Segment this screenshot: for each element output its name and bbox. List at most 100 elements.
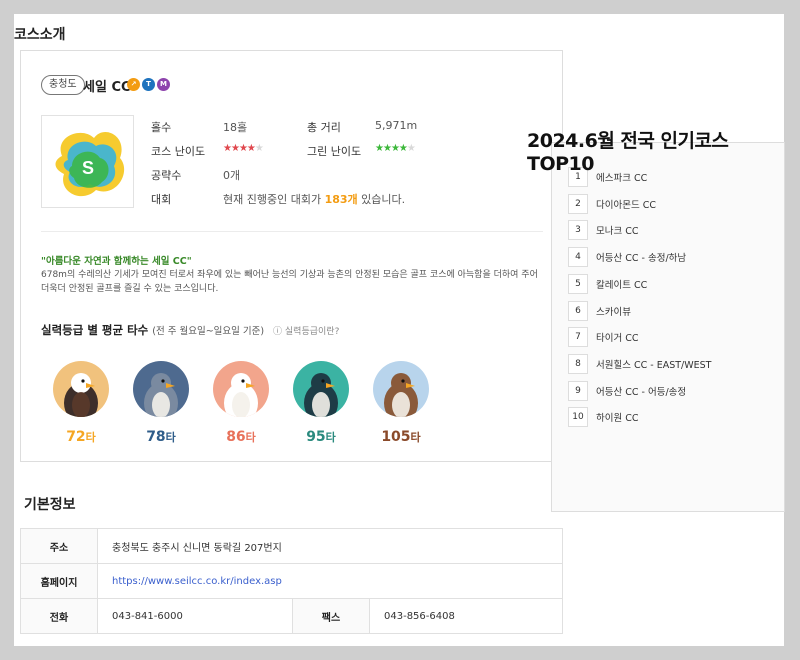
holes-value: 18홀 xyxy=(223,121,248,134)
rank-course-name[interactable]: 서원힐스 CC - EAST/WEST xyxy=(596,357,711,371)
rank-course-name[interactable]: 어등산 CC - 송정/하남 xyxy=(596,250,686,264)
star-icon: ★ xyxy=(406,143,416,154)
distance-value: 5,971m xyxy=(375,119,418,132)
level-score: 95 xyxy=(306,429,326,445)
rank-course-name[interactable]: 스카이뷰 xyxy=(596,304,631,318)
star-icon: ★ xyxy=(254,143,264,154)
fax-label: 팩스 xyxy=(292,598,370,634)
list-item[interactable]: 4 어등산 CC - 송정/하남 xyxy=(568,247,778,268)
rank-course-name[interactable]: 하이원 CC xyxy=(596,410,639,424)
stat-row-difficulty: 코스 난이도 ★★★★★ 그린 난이도 ★★★★★ xyxy=(151,143,531,161)
level-score-unit: 타 xyxy=(85,431,96,444)
rank-number: 6 xyxy=(568,300,588,321)
distance-label: 총 거리 xyxy=(307,121,341,134)
course-intro-title: 코스소개 xyxy=(14,27,66,43)
course-tag-icon: ↗ xyxy=(127,78,140,91)
difficulty-label: 코스 난이도 xyxy=(151,145,206,158)
level-average-title: 실력등급 별 평균 타수 (전 주 월요일~일요일 기준) xyxy=(41,323,265,337)
address-label: 주소 xyxy=(20,528,98,564)
level-score-unit: 타 xyxy=(410,431,421,444)
phone-label: 전화 xyxy=(20,598,98,634)
fax-value: 043-856-6408 xyxy=(369,598,563,634)
level-score-unit: 타 xyxy=(165,431,176,444)
penguin-icon xyxy=(293,361,349,417)
level-item: 95타 xyxy=(291,361,351,461)
list-item[interactable]: 6 스카이뷰 xyxy=(568,300,778,321)
stat-row-holes: 홀수 18홀 총 거리 5,971m xyxy=(151,119,531,137)
level-item: 78타 xyxy=(131,361,191,461)
level-item: 105타 xyxy=(371,361,431,461)
rank-course-name[interactable]: 다이아몬드 CC xyxy=(596,197,656,211)
course-logo: S xyxy=(41,115,134,208)
star-icon: ★ xyxy=(390,143,400,154)
star-icon: ★ xyxy=(246,143,256,154)
list-item[interactable]: 9 어등산 CC - 어등/송정 xyxy=(568,380,778,401)
rank-number: 8 xyxy=(568,353,588,374)
phone-value: 043-841-6000 xyxy=(97,598,293,634)
list-item[interactable]: 5 칼레이트 CC xyxy=(568,273,778,294)
star-icon: ★ xyxy=(375,143,384,154)
level-score: 78 xyxy=(146,429,166,445)
star-icon: ★ xyxy=(223,143,232,154)
table-row: 전화 043-841-6000 팩스 043-856-6408 xyxy=(20,598,563,634)
logo-letter: S xyxy=(82,158,94,178)
level-score-unit: 타 xyxy=(325,431,336,444)
tournament-label: 대회 xyxy=(151,193,172,206)
basic-info-title: 기본정보 xyxy=(24,497,76,513)
sparrow-icon xyxy=(373,361,429,417)
walkthrough-label: 공략수 xyxy=(151,169,182,182)
star-icon: ★ xyxy=(398,143,408,154)
rank-course-name[interactable]: 칼레이트 CC xyxy=(596,277,647,291)
level-help-link[interactable]: ⓘ 실력등급이란? xyxy=(273,324,339,337)
difficulty-stars: ★★★★★ xyxy=(223,143,264,154)
region-badge[interactable]: 충청도 xyxy=(41,75,85,95)
course-tag-icon: T xyxy=(142,78,155,91)
list-item[interactable]: 2 다이아몬드 CC xyxy=(568,193,778,214)
level-item: 72타 xyxy=(51,361,111,461)
rank-number: 4 xyxy=(568,247,588,268)
rank-number: 5 xyxy=(568,273,588,294)
rank-course-name[interactable]: 어등산 CC - 어등/송정 xyxy=(596,384,686,398)
homepage-link[interactable]: https://www.seilcc.co.kr/index.asp xyxy=(112,576,282,587)
homepage-label: 홈페이지 xyxy=(20,563,98,599)
logo-icon: S xyxy=(55,131,125,197)
course-tag-icon: M xyxy=(157,78,170,91)
walkthrough-value: 0개 xyxy=(223,169,241,182)
table-row: 홈페이지 https://www.seilcc.co.kr/index.asp xyxy=(20,563,563,599)
rank-course-name[interactable]: 모나크 CC xyxy=(596,223,639,237)
rank-number: 7 xyxy=(568,327,588,348)
star-icon: ★ xyxy=(382,143,392,154)
star-icon: ★ xyxy=(238,143,248,154)
rank-number: 9 xyxy=(568,380,588,401)
info-circle-icon: ⓘ xyxy=(273,327,283,337)
rank-number: 2 xyxy=(568,193,588,214)
table-row: 주소 충청북도 충주시 신니면 동락길 207번지 xyxy=(20,528,563,564)
list-item[interactable]: 10 하이원 CC xyxy=(568,407,778,428)
star-icon: ★ xyxy=(230,143,240,154)
eagle-icon xyxy=(53,361,109,417)
address-value: 충청북도 충주시 신니면 동락길 207번지 xyxy=(97,528,563,564)
hawk-icon xyxy=(133,361,189,417)
green-difficulty-label: 그린 난이도 xyxy=(307,145,362,158)
level-period: (전 주 월요일~일요일 기준) xyxy=(152,326,265,337)
rank-course-name[interactable]: 타이거 CC xyxy=(596,330,639,344)
level-score: 105 xyxy=(381,429,411,445)
top10-panel: 1 에스파크 CC 2 다이아몬드 CC 3 모나크 CC 4 어등산 CC - 송정/하남 5… xyxy=(551,142,785,512)
basic-info-table: 주소 충청북도 충주시 신니면 동락길 207번지 홈페이지 https://w… xyxy=(20,528,563,634)
swan-icon xyxy=(213,361,269,417)
course-description: 678m의 수레의산 기세가 모여진 터로서 좌우에 있는 빼어난 능선의 기상… xyxy=(41,270,538,294)
level-score: 86 xyxy=(226,429,246,445)
list-item[interactable]: 8 서원힐스 CC - EAST/WEST xyxy=(568,353,778,374)
course-name: 세일 CC xyxy=(83,80,131,95)
course-card: 충청도 세일 CC ↗ T M S 홀수 18홀 총 거리 5,971m 코스 난이… xyxy=(20,50,563,462)
list-item[interactable]: 3 모나크 CC xyxy=(568,220,778,241)
rank-number: 3 xyxy=(568,220,588,241)
holes-label: 홀수 xyxy=(151,121,172,134)
tournament-value: 현재 진행중인 대회가 183개 있습니다. xyxy=(223,193,406,206)
course-tags: ↗ T M xyxy=(127,78,170,91)
tournament-count[interactable]: 183개 xyxy=(325,193,358,206)
list-item[interactable]: 7 타이거 CC xyxy=(568,327,778,348)
stat-row-walkthrough: 공략수 0개 xyxy=(151,167,531,185)
level-item: 86타 xyxy=(211,361,271,461)
stat-row-tournament: 대회 현재 진행중인 대회가 183개 있습니다. xyxy=(151,191,531,209)
